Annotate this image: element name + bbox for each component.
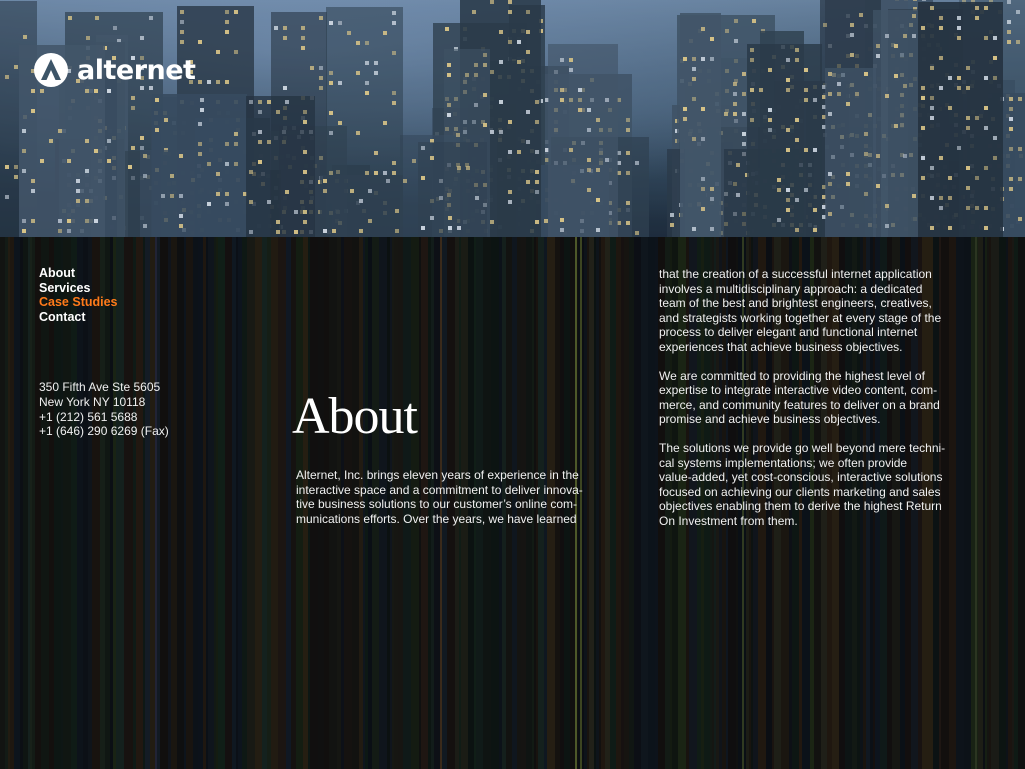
body-column-2: that the creation of a successful intern… <box>659 267 969 529</box>
address-street: 350 Fifth Ave Ste 5605 <box>39 380 161 394</box>
continuation-paragraph: that the creation of a successful intern… <box>659 267 969 355</box>
paragraph-line: value-added, yet cost-conscious, interac… <box>659 470 943 485</box>
contact-address: 350 Fifth Ave Ste 5605 New York NY 10118… <box>39 380 169 439</box>
hero-banner: alternet <box>0 0 1025 237</box>
main-nav: About Services Case Studies Contact <box>39 266 118 324</box>
solutions-paragraph: The solutions we provide go well beyond … <box>659 441 969 529</box>
paragraph-line: involves a multidisciplinary approach: a… <box>659 281 923 296</box>
paragraph-line: Alternet, Inc. brings eleven years of ex… <box>296 468 579 482</box>
page-title: About <box>292 388 418 445</box>
paragraph-line: focused on achieving our clients marketi… <box>659 484 941 499</box>
paragraph-line: We are committed to providing the highes… <box>659 368 925 383</box>
paragraph-line: objectives enabling them to derive the h… <box>659 499 942 514</box>
paragraph-line: tive business solutions to our customer’… <box>296 497 578 512</box>
nav-item-services[interactable]: Services <box>39 281 118 296</box>
content-area: About Services Case Studies Contact 350 … <box>0 237 1025 769</box>
commitment-paragraph: We are committed to providing the highes… <box>659 369 969 427</box>
paragraph-line: On Investment from them. <box>659 513 798 528</box>
body-column-1: Alternet, Inc. brings eleven years of ex… <box>296 468 611 526</box>
address-fax: +1 (646) 290 6269 (Fax) <box>39 424 169 439</box>
nav-item-about[interactable]: About <box>39 266 118 281</box>
alternet-logo-icon <box>34 53 68 87</box>
paragraph-line: merce, and community features to deliver… <box>659 397 940 412</box>
paragraph-line: process to deliver elegant and functiona… <box>659 325 918 340</box>
address-city: New York NY 10118 <box>39 394 146 409</box>
logo-link[interactable]: alternet <box>33 52 196 88</box>
paragraph-line: that the creation of a successful intern… <box>659 267 932 281</box>
nav-item-case-studies[interactable]: Case Studies <box>39 295 118 310</box>
address-phone: +1 (212) 561 5688 <box>39 409 138 424</box>
logo-text: alternet <box>77 54 196 86</box>
paragraph-line: expertise to integrate interactive video… <box>659 383 938 398</box>
paragraph-line: interactive space and a commitment to de… <box>296 482 583 497</box>
paragraph-line: promise and achieve business objectives. <box>659 412 881 427</box>
intro-paragraph: Alternet, Inc. brings eleven years of ex… <box>296 468 611 526</box>
paragraph-line: experiences that achieve business object… <box>659 339 903 354</box>
paragraph-line: The solutions we provide go well beyond … <box>659 440 946 455</box>
paragraph-line: munications efforts. Over the years, we … <box>296 511 577 526</box>
paragraph-line: and strategists working together at ever… <box>659 310 942 325</box>
city-skyline-image <box>0 0 1025 237</box>
paragraph-line: cal systems implementations; we often pr… <box>659 455 908 470</box>
paragraph-line: team of the best and brightest engineers… <box>659 296 932 311</box>
nav-item-contact[interactable]: Contact <box>39 310 118 325</box>
